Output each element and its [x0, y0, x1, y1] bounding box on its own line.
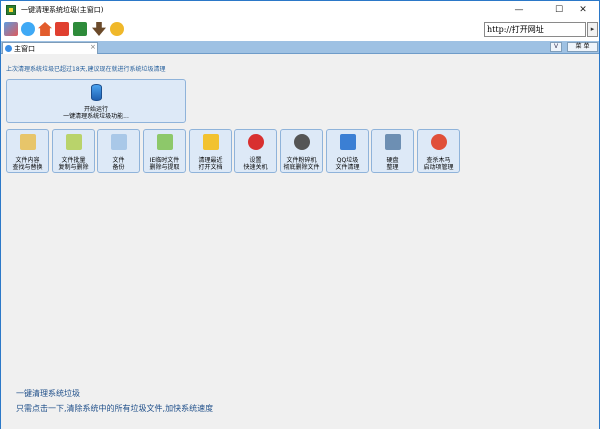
app-logo-icon: [6, 5, 16, 15]
power-icon: [248, 134, 264, 150]
description-title: 一键清理系统垃圾: [16, 389, 80, 398]
cleanup-notice: 上次清理系统垃圾已超过18天,建议现在就进行系统垃圾清理: [6, 66, 166, 73]
backup-icon: [111, 134, 127, 150]
tab-main-window[interactable]: 主窗口 ×: [2, 42, 98, 54]
tool-label-2: 快速关机: [243, 164, 268, 171]
link-icon[interactable]: [110, 22, 124, 36]
grid-icon[interactable]: [4, 22, 18, 36]
toolbar: http://打开网址 ▸: [1, 19, 599, 41]
file-search-icon: [20, 134, 36, 150]
minimize-button[interactable]: —: [501, 1, 537, 19]
main-window: 一键清理系统垃圾(主窗口) — ☐ ✕ http://打开网址 ▸ 主窗口 × …: [0, 0, 600, 429]
tool-label-2: 查找与替换: [12, 164, 43, 171]
shield-icon: [431, 134, 447, 150]
recycle-icon[interactable]: [21, 22, 35, 36]
green-app-icon[interactable]: [73, 22, 87, 36]
tab-bar: 主窗口 × V 菜 单: [1, 41, 599, 54]
menu-button[interactable]: 菜 单: [567, 42, 598, 52]
tool-ie-temp-files[interactable]: IE临时文件 删除与提取: [143, 129, 186, 173]
tool-file-backup[interactable]: 文件 备份: [97, 129, 140, 173]
go-button[interactable]: ▸: [587, 22, 598, 37]
main-content: 上次清理系统垃圾已超过18天,建议现在就进行系统垃圾清理 开始运行 一键清理系统…: [1, 55, 599, 429]
tool-file-content-search[interactable]: 文件内容 查找与替换: [6, 129, 49, 173]
folder-icon: [203, 134, 219, 150]
tool-file-shredder[interactable]: 文件粉碎机 彻底删除文件: [280, 129, 323, 173]
shop-icon[interactable]: [55, 22, 69, 36]
tool-quick-shutdown[interactable]: 设置 快速关机: [234, 129, 277, 173]
tab-close-icon[interactable]: ×: [90, 43, 96, 51]
start-cleanup-label-2: 一键清理系统垃圾功能...: [63, 113, 129, 120]
batch-files-icon: [66, 134, 82, 150]
shredder-icon: [294, 134, 310, 150]
tool-disk-defrag[interactable]: 硬盘 整理: [371, 129, 414, 173]
tool-label-2: 彻底删除文件: [283, 164, 320, 171]
tool-label-2: 备份: [112, 164, 125, 171]
tool-label-2: 打开文档: [198, 164, 223, 171]
window-title: 一键清理系统垃圾(主窗口): [21, 6, 104, 14]
tool-trojan-startup[interactable]: 查杀木马 启动项管理: [417, 129, 460, 173]
hard-disk-icon: [385, 134, 401, 150]
tool-label-2: 启动项管理: [423, 164, 454, 171]
url-input[interactable]: http://打开网址: [484, 22, 586, 37]
globe-icon: [5, 45, 12, 52]
description-body: 只需点击一下,清除系统中的所有垃圾文件,加快系统速度: [16, 404, 214, 413]
tab-dropdown-button[interactable]: V: [550, 42, 562, 52]
home-icon[interactable]: [38, 22, 52, 36]
tool-qq-junk-cleanup[interactable]: QQ垃圾 文件清理: [326, 129, 369, 173]
tool-clear-recent-docs[interactable]: 清理最近 打开文档: [189, 129, 232, 173]
close-button[interactable]: ✕: [567, 1, 599, 19]
tool-label-2: 整理: [386, 164, 399, 171]
ie-temp-icon: [157, 134, 173, 150]
tool-label-2: 文件清理: [335, 164, 360, 171]
start-cleanup-button[interactable]: 开始运行 一键清理系统垃圾功能...: [6, 79, 186, 123]
database-icon: [91, 84, 102, 101]
title-bar: 一键清理系统垃圾(主窗口) — ☐ ✕: [1, 1, 599, 19]
tool-label-2: 删除与提取: [149, 164, 180, 171]
tab-label: 主窗口: [14, 45, 35, 53]
user-icon[interactable]: [92, 22, 106, 36]
tool-label-2: 复制与删除: [58, 164, 89, 171]
tool-batch-copy-delete[interactable]: 文件批量 复制与删除: [52, 129, 95, 173]
qq-files-icon: [340, 134, 356, 150]
